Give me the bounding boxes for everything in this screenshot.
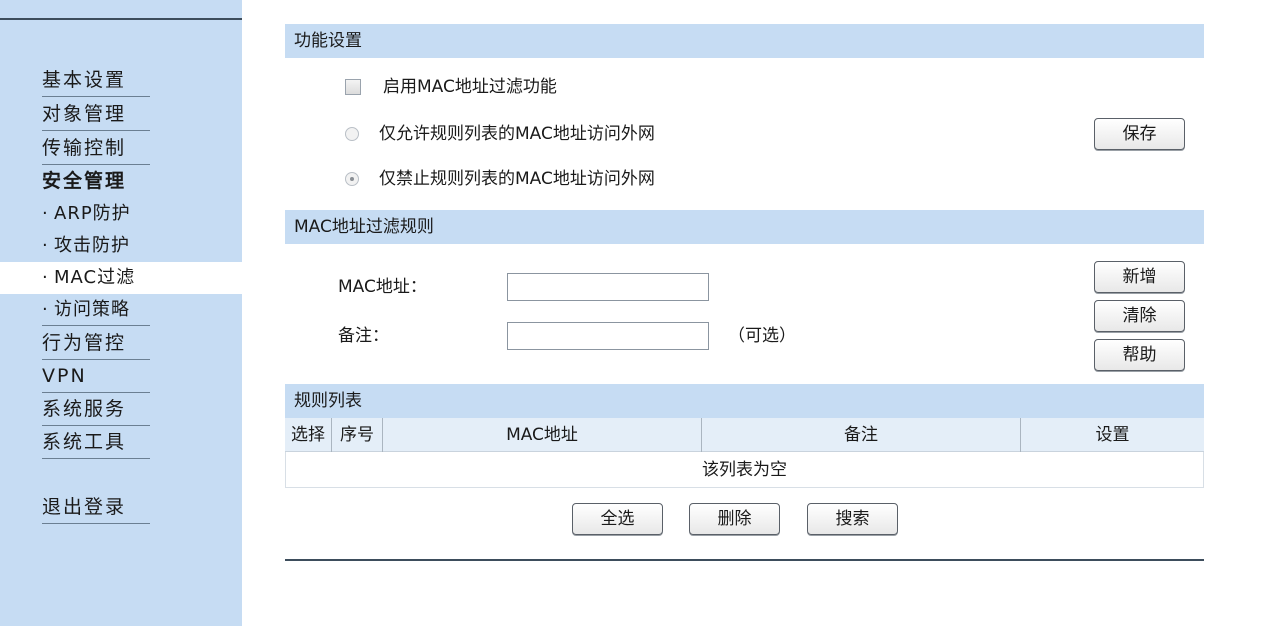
bullet-icon: · [42, 299, 49, 320]
sidebar-subitem-attack-protection[interactable]: · 攻击防护 [42, 230, 150, 262]
sidebar-item-object-management[interactable]: 对象管理 [42, 98, 150, 131]
sidebar-subitem-label: ARP防护 [54, 203, 131, 224]
column-settings: 设置 [1095, 425, 1130, 445]
sidebar-top-divider [0, 18, 242, 20]
sidebar: 基本设置 对象管理 传输控制 安全管理 · ARP防护 · 攻击防护 · MAC过滤 … [0, 0, 242, 626]
allow-mode-row: 仅允许规则列表的MAC地址访问外网 [345, 121, 655, 147]
sidebar-item-basic-settings[interactable]: 基本设置 [42, 64, 150, 97]
bullet-icon: · [42, 267, 49, 288]
sidebar-item-system-tools[interactable]: 系统工具 [42, 426, 150, 459]
sidebar-item-logout[interactable]: 退出登录 [42, 491, 150, 524]
sidebar-subitem-arp-protection[interactable]: · ARP防护 [42, 198, 150, 230]
router-admin-page: 基本设置 对象管理 传输控制 安全管理 · ARP防护 · 攻击防护 · MAC过滤 … [0, 0, 1280, 626]
rule-table-empty-row: 该列表为空 [285, 452, 1204, 488]
column-mac-address: MAC地址 [383, 418, 702, 452]
sidebar-item-security-management[interactable]: 安全管理 [42, 165, 150, 198]
mac-filter-rules-header: MAC地址过滤规则 [285, 210, 1204, 244]
column-index: 序号 [332, 418, 383, 452]
sidebar-subitem-access-policy[interactable]: · 访问策略 [42, 294, 150, 326]
sidebar-item-transmission-control[interactable]: 传输控制 [42, 132, 150, 165]
save-button[interactable]: 保存 [1094, 118, 1185, 150]
enable-mac-filter-label: 启用MAC地址过滤功能 [383, 77, 557, 97]
deny-mode-row: 仅禁止规则列表的MAC地址访问外网 [345, 166, 655, 192]
mac-address-input[interactable] [507, 273, 709, 301]
allow-mode-radio[interactable] [345, 127, 359, 141]
help-button[interactable]: 帮助 [1094, 339, 1185, 371]
allow-mode-label: 仅允许规则列表的MAC地址访问外网 [379, 124, 655, 144]
column-note: 备注 [702, 418, 1021, 452]
rule-table-header: 选择 序号 MAC地址 备注 设置 [285, 418, 1204, 452]
deny-mode-label: 仅禁止规则列表的MAC地址访问外网 [379, 169, 655, 189]
sidebar-item-behavior-control[interactable]: 行为管控 [42, 327, 150, 360]
sidebar-subitem-mac-filter[interactable]: · MAC过滤 [0, 262, 242, 294]
note-label: 备注： [338, 326, 389, 346]
optional-hint: （可选） [728, 326, 796, 346]
sidebar-subitem-label: 访问策略 [54, 299, 130, 320]
enable-mac-filter-row: 启用MAC地址过滤功能 [345, 74, 557, 100]
note-input[interactable] [507, 322, 709, 350]
sidebar-subitem-label: 攻击防护 [54, 235, 130, 256]
clear-button[interactable]: 清除 [1094, 300, 1185, 332]
sidebar-item-system-services[interactable]: 系统服务 [42, 393, 150, 426]
bullet-icon: · [42, 235, 49, 256]
column-select: 选择 [285, 418, 332, 452]
function-settings-header: 功能设置 [285, 24, 1204, 58]
delete-button[interactable]: 删除 [689, 503, 780, 535]
add-button[interactable]: 新增 [1094, 261, 1185, 293]
mac-address-label: MAC地址： [338, 277, 427, 297]
search-button[interactable]: 搜索 [807, 503, 898, 535]
rule-list-header: 规则列表 [285, 384, 1204, 418]
bottom-divider [285, 559, 1204, 561]
bullet-icon: · [42, 203, 49, 224]
sidebar-subitem-label: MAC过滤 [54, 267, 136, 288]
select-all-button[interactable]: 全选 [572, 503, 663, 535]
deny-mode-radio[interactable] [345, 172, 359, 186]
sidebar-item-vpn[interactable]: VPN [42, 360, 150, 393]
enable-mac-filter-checkbox[interactable] [345, 79, 361, 95]
